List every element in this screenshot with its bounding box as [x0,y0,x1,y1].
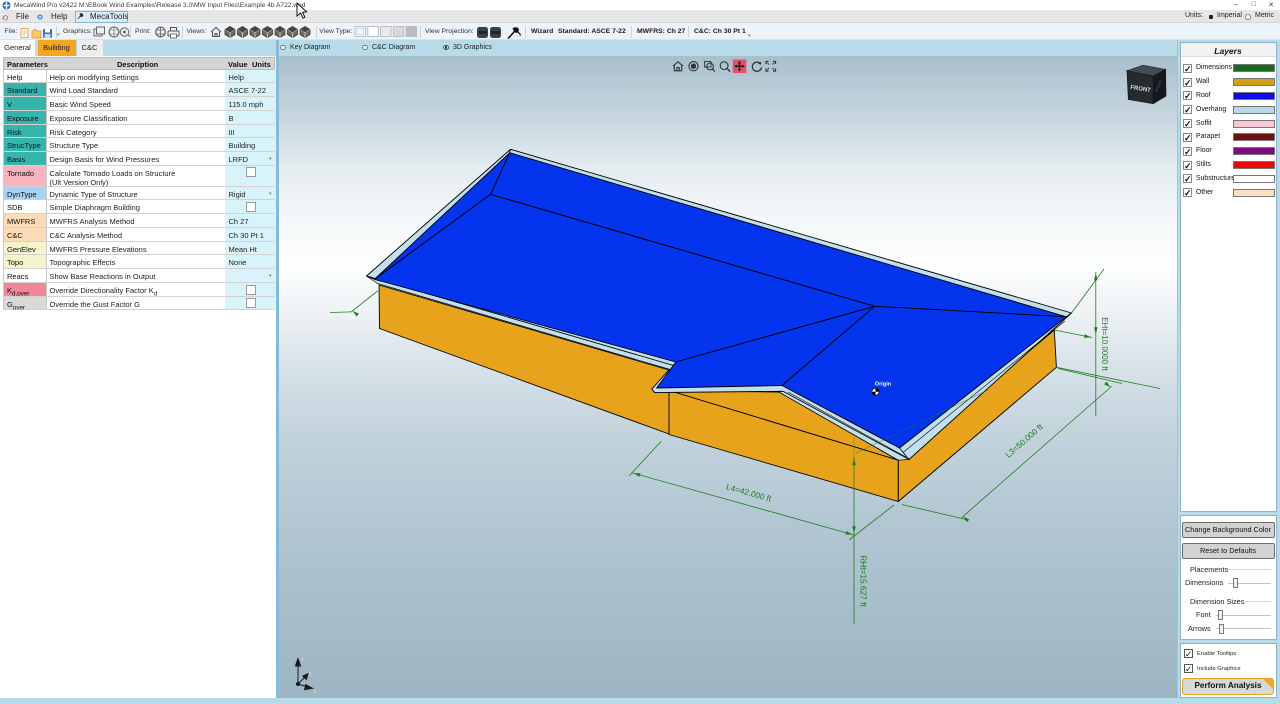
svg-text:x: x [314,689,317,695]
svg-text:RHt=15.627 ft: RHt=15.627 ft [859,555,869,607]
svg-text:EHt=10.0000 ft: EHt=10.0000 ft [1100,317,1109,371]
svg-text:z: z [301,657,304,663]
svg-text:L3=50.000 ft: L3=50.000 ft [1003,421,1045,460]
svg-text:y: y [309,671,312,677]
svg-text:?: ? [38,15,41,20]
svg-text:Origin: Origin [875,382,892,388]
